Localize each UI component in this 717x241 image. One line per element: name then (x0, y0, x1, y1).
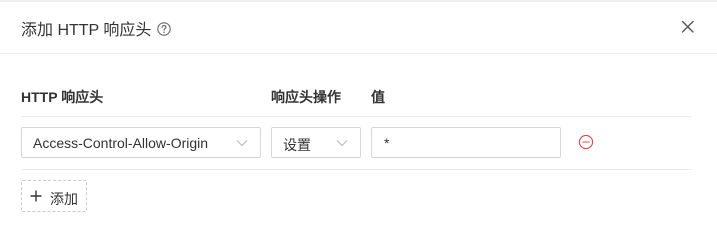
column-header-http-header: HTTP 响应头 (21, 89, 104, 105)
help-icon[interactable] (157, 21, 172, 36)
plus-icon (30, 190, 42, 202)
minus-circle-icon (578, 134, 594, 150)
operation-select[interactable]: 设置 (271, 127, 361, 158)
header-value-input[interactable] (371, 127, 561, 158)
add-header-button[interactable]: 添加 (21, 180, 87, 212)
add-button-label: 添加 (50, 191, 78, 207)
chevron-down-icon (236, 140, 248, 147)
column-header-operation: 响应头操作 (271, 89, 341, 105)
operation-value: 设置 (283, 137, 311, 153)
dialog-title: 添加 HTTP 响应头 (21, 16, 172, 40)
dialog-header: 添加 HTTP 响应头 (0, 0, 717, 54)
close-button[interactable] (678, 17, 698, 37)
header-name-select[interactable]: Access-Control-Allow-Origin (21, 127, 261, 158)
dialog-title-text: 添加 HTTP 响应头 (21, 22, 152, 39)
column-header-value: 值 (371, 89, 385, 105)
row-divider (21, 116, 692, 117)
row-divider (21, 169, 692, 170)
close-icon (681, 20, 694, 33)
chevron-down-icon (336, 140, 348, 147)
remove-row-button[interactable] (578, 134, 594, 150)
header-name-value: Access-Control-Allow-Origin (33, 135, 209, 151)
